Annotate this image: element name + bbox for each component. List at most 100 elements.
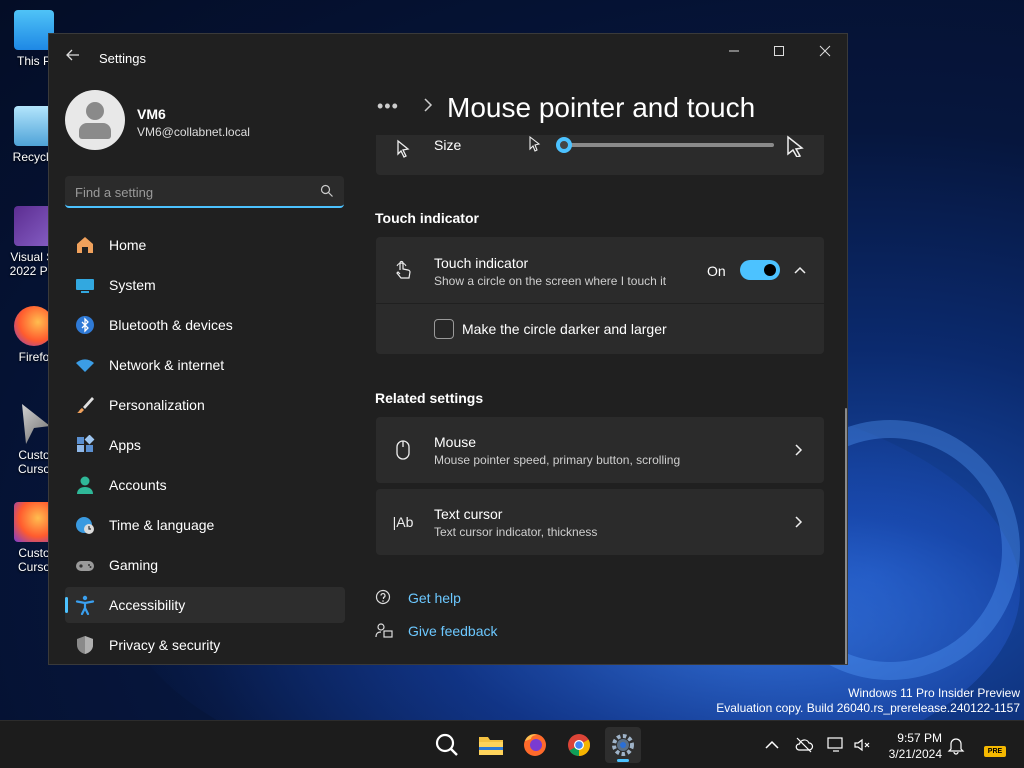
active-indicator: [65, 597, 68, 613]
watermark-line-1: Windows 11 Pro Insider Preview: [848, 686, 1020, 700]
toggle-knob: [764, 264, 776, 276]
sidebar-item-label: Home: [109, 237, 147, 253]
network-icon[interactable]: [826, 735, 846, 755]
related-item-title: Mouse: [434, 434, 477, 450]
search-icon: [435, 733, 458, 756]
brush-icon: [77, 397, 94, 413]
related-item-title: Text cursor: [434, 506, 503, 522]
file-explorer-icon: [479, 737, 503, 755]
sidebar-item-apps[interactable]: Apps: [65, 427, 345, 463]
darker-circle-label: Make the circle darker and larger: [462, 321, 667, 337]
text-cursor-icon: |Ab: [392, 514, 414, 530]
search-input[interactable]: [75, 182, 305, 202]
evaluation-watermark: Windows 11 Pro Insider Preview Evaluatio…: [716, 686, 1020, 716]
breadcrumb-more-button[interactable]: •••: [377, 96, 399, 117]
system-icon: [76, 279, 94, 293]
taskbar: 9:57 PM 3/21/2024 PRE: [0, 720, 1024, 768]
sidebar-item-label: Privacy & security: [109, 637, 221, 653]
sidebar-item-accounts[interactable]: Accounts: [65, 467, 345, 503]
settings-icon: [612, 734, 634, 756]
content-scrollbar[interactable]: [845, 408, 847, 664]
insider-pre-badge: PRE: [984, 746, 1006, 757]
touch-section-header: Touch indicator: [375, 210, 479, 226]
taskbar-settings[interactable]: [605, 727, 641, 763]
back-arrow-icon: [66, 49, 79, 61]
sidebar-item-gaming[interactable]: Gaming: [65, 547, 345, 583]
darker-circle-checkbox[interactable]: [434, 319, 454, 339]
cloud-offline-icon[interactable]: [794, 735, 814, 755]
sidebar-nav: Home System Bluetooth & devices Network …: [65, 227, 345, 664]
minimize-button[interactable]: [720, 42, 748, 62]
sidebar-item-label: Network & internet: [109, 357, 225, 373]
search-box[interactable]: [65, 176, 344, 208]
sidebar-item-privacy[interactable]: Privacy & security: [65, 627, 345, 663]
sidebar-item-personalization[interactable]: Personalization: [65, 387, 345, 423]
firefox-icon: [524, 734, 546, 756]
pointer-size-slider[interactable]: [376, 135, 824, 157]
taskbar-firefox[interactable]: [517, 727, 553, 763]
accounts-icon: [77, 476, 93, 494]
profile-name: VM6: [137, 106, 166, 122]
back-button[interactable]: [63, 48, 83, 68]
avatar-head: [86, 102, 104, 120]
sidebar-item-label: Personalization: [109, 397, 205, 413]
get-help-text[interactable]: Get help: [408, 590, 461, 606]
sidebar-item-bluetooth[interactable]: Bluetooth & devices: [65, 307, 345, 343]
touch-indicator-subtitle: Show a circle on the screen where I touc…: [434, 274, 667, 288]
taskbar-clock[interactable]: 9:57 PM 3/21/2024: [880, 730, 942, 762]
related-item-text-cursor[interactable]: |Ab Text cursor Text cursor indicator, t…: [376, 489, 824, 555]
help-icon: [375, 589, 391, 605]
chrome-icon: [568, 734, 590, 756]
volume-muted-icon[interactable]: [852, 735, 872, 755]
maximize-icon: [774, 46, 784, 56]
sidebar-item-label: Bluetooth & devices: [109, 317, 233, 333]
give-feedback-text[interactable]: Give feedback: [408, 623, 498, 639]
slider-thumb[interactable]: [556, 137, 572, 153]
gamepad-icon: [76, 561, 94, 571]
chevron-right-icon: [795, 444, 803, 456]
sidebar-item-home[interactable]: Home: [65, 227, 345, 263]
touch-indicator-expanded: Make the circle darker and larger: [376, 304, 824, 354]
breadcrumb: [423, 98, 433, 117]
minimize-icon: [729, 50, 739, 52]
feedback-icon: [375, 623, 393, 638]
touch-indicator-card[interactable]: Touch indicator Show a circle on the scr…: [376, 237, 824, 303]
related-settings-header: Related settings: [375, 390, 484, 406]
globe-clock-icon: [76, 517, 94, 534]
clock-time: 9:57 PM: [897, 731, 942, 745]
close-icon: [819, 45, 831, 57]
sidebar-item-label: Time & language: [109, 517, 215, 533]
large-pointer-icon: [784, 135, 806, 158]
sidebar-item-label: Accounts: [109, 477, 167, 493]
chevron-up-icon[interactable]: [762, 735, 782, 755]
shield-icon: [77, 636, 93, 654]
touch-indicator-toggle[interactable]: [740, 260, 780, 280]
taskbar-file-explorer[interactable]: [473, 727, 509, 763]
chevron-up-icon[interactable]: [794, 264, 806, 276]
close-button[interactable]: [811, 42, 839, 62]
sidebar-item-network[interactable]: Network & internet: [65, 347, 345, 383]
taskbar-chrome[interactable]: [561, 727, 597, 763]
sidebar-item-time-language[interactable]: Time & language: [65, 507, 345, 543]
page-title: Mouse pointer and touch: [447, 92, 756, 123]
chevron-right-icon: [795, 516, 803, 528]
chevron-right-icon: [424, 98, 433, 112]
sidebar-item-label: Accessibility: [109, 597, 186, 613]
wifi-icon: [76, 359, 94, 372]
toggle-state-label: On: [707, 263, 726, 279]
notification-bell-icon[interactable]: [946, 735, 966, 755]
sidebar-item-system[interactable]: System: [65, 267, 345, 303]
mouse-icon: [396, 440, 410, 460]
related-item-mouse[interactable]: Mouse Mouse pointer speed, primary butto…: [376, 417, 824, 483]
size-setting-card: Size: [376, 135, 824, 175]
sidebar-item-accessibility[interactable]: Accessibility: [65, 587, 345, 623]
sidebar-item-label: System: [109, 277, 156, 293]
taskbar-search-button[interactable]: [429, 727, 465, 763]
related-item-subtitle: Text cursor indicator, thickness: [434, 525, 598, 539]
avatar[interactable]: [65, 90, 125, 150]
search-icon[interactable]: [320, 184, 334, 198]
accessibility-icon: [75, 595, 95, 615]
avatar-body: [79, 123, 111, 139]
title-bar: Settings: [49, 34, 847, 82]
maximize-button[interactable]: [765, 42, 793, 62]
